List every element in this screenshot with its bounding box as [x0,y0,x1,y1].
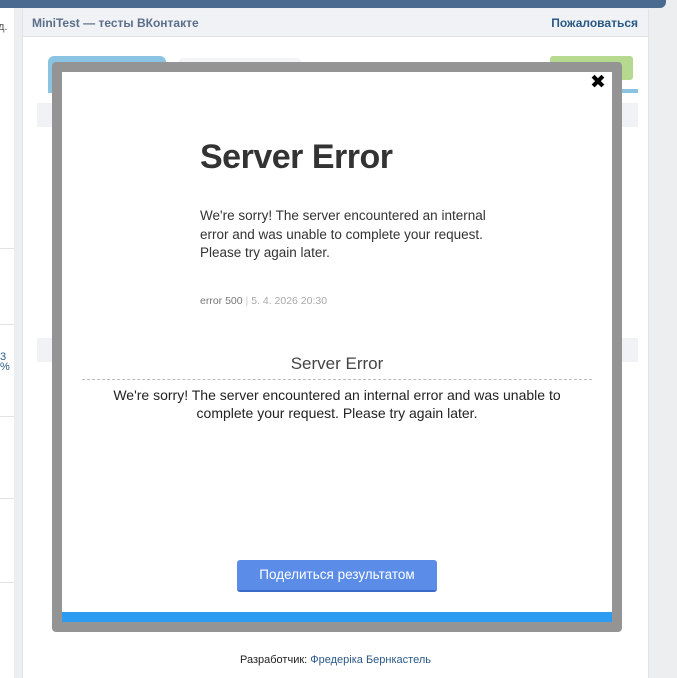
close-icon[interactable]: ✖ [588,73,608,93]
result-title: Server Error [290,354,384,373]
divider [0,324,14,325]
modal-content: ✖ Server Error We're sorry! The server e… [62,72,612,622]
cut-text: д. [0,21,8,33]
vk-top-bar [0,0,666,8]
divider [0,416,14,417]
app-header: MiniTest — тесты ВКонтакте Пожаловаться [23,9,648,37]
divider [0,498,14,499]
error-separator: | [245,294,249,307]
divider [0,582,14,583]
error-page-image: Server Error We're sorry! The server enc… [200,138,520,307]
error-code: error 500 [200,294,243,307]
error-date: 5. 4. 2026 20:30 [251,294,328,307]
left-sidebar-fragment: д. 3 % [0,8,14,678]
error-page-meta: error 500 | 5. 4. 2026 20:30 [200,295,520,307]
report-link[interactable]: Пожаловаться [551,16,638,30]
developer-link[interactable]: Фредеріка Бернкастель [310,654,431,666]
result-description: We're sorry! The server encountered an i… [113,387,561,421]
error-page-title: Server Error [200,138,393,176]
divider [0,248,14,249]
app-title: MiniTest — тесты ВКонтакте [32,16,199,30]
dashed-divider [82,379,592,380]
footer: Разработчик: Фредеріка Бернкастель [23,654,648,666]
error-page-message: We're sorry! The server encountered an i… [200,208,486,260]
share-result-button[interactable]: Поделиться результатом [237,560,437,592]
cut-link-text[interactable]: 3 % [0,352,10,373]
bottom-progress-bar [62,612,612,622]
developer-label: Разработчик: [240,654,308,666]
modal-frame: ✖ Server Error We're sorry! The server e… [52,62,622,632]
